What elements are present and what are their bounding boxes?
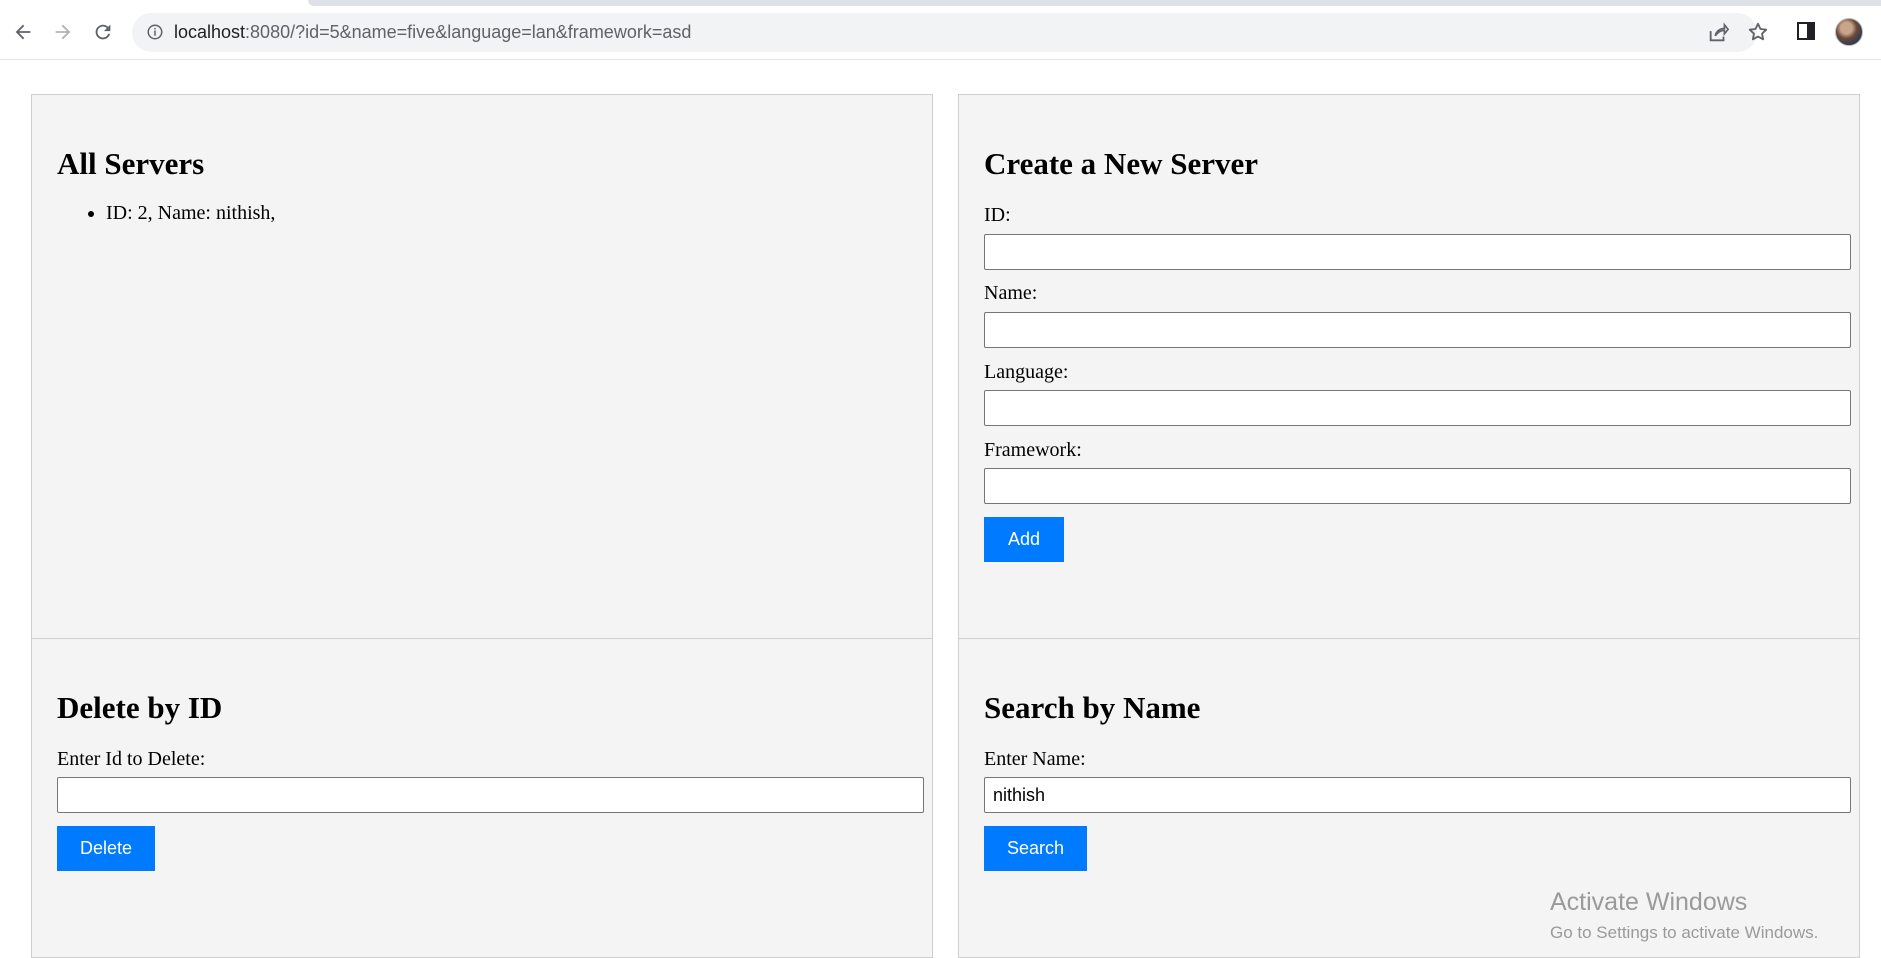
delete-id-field[interactable]	[57, 777, 924, 813]
name-label: Name:	[984, 282, 1038, 304]
all-servers-heading: All Servers	[57, 146, 205, 181]
search-name-field[interactable]	[984, 777, 1851, 813]
delete-button[interactable]: Delete	[57, 826, 155, 871]
search-name-label: Enter Name:	[984, 748, 1086, 770]
search-button[interactable]: Search	[984, 826, 1087, 871]
delete-heading: Delete by ID	[57, 690, 223, 725]
url-path: :8080/?id=5&name=five&language=lan&frame…	[245, 22, 692, 42]
back-arrow-icon	[15, 24, 31, 40]
list-item: ID: 2, Name: nithish,	[106, 202, 275, 225]
side-panel-icon[interactable]	[1796, 21, 1816, 41]
delete-id-label: Enter Id to Delete:	[57, 748, 206, 770]
framework-field[interactable]	[984, 468, 1851, 504]
watermark-title: Activate Windows	[1550, 888, 1748, 916]
star-icon[interactable]	[1747, 21, 1769, 43]
language-field[interactable]	[984, 390, 1851, 426]
reload-button[interactable]	[87, 16, 119, 48]
share-icon[interactable]	[1707, 22, 1729, 44]
create-server-heading: Create a New Server	[984, 146, 1258, 181]
search-heading: Search by Name	[984, 690, 1201, 725]
language-label: Language:	[984, 361, 1069, 383]
add-button[interactable]: Add	[984, 517, 1064, 562]
id-field[interactable]	[984, 234, 1851, 270]
profile-avatar[interactable]	[1835, 18, 1863, 46]
watermark-subtitle: Go to Settings to activate Windows.	[1550, 923, 1819, 942]
server-list: ID: 2, Name: nithish,	[62, 202, 275, 225]
id-label: ID:	[984, 204, 1011, 226]
back-button[interactable]	[7, 16, 39, 48]
reload-icon	[95, 24, 111, 40]
url-text[interactable]: localhost:8080/?id=5&name=five&language=…	[174, 22, 691, 43]
tab-strip	[308, 0, 1881, 6]
name-field[interactable]	[984, 312, 1851, 348]
forward-button[interactable]	[47, 16, 79, 48]
framework-label: Framework:	[984, 439, 1082, 461]
info-icon[interactable]	[146, 23, 164, 41]
url-host: localhost	[174, 22, 246, 42]
address-bar[interactable]: localhost:8080/?id=5&name=five&language=…	[132, 13, 1768, 52]
activate-windows-watermark: Activate Windows Go to Settings to activ…	[1550, 888, 1818, 943]
browser-toolbar: localhost:8080/?id=5&name=five&language=…	[0, 0, 1881, 60]
forward-arrow-icon	[55, 24, 71, 40]
